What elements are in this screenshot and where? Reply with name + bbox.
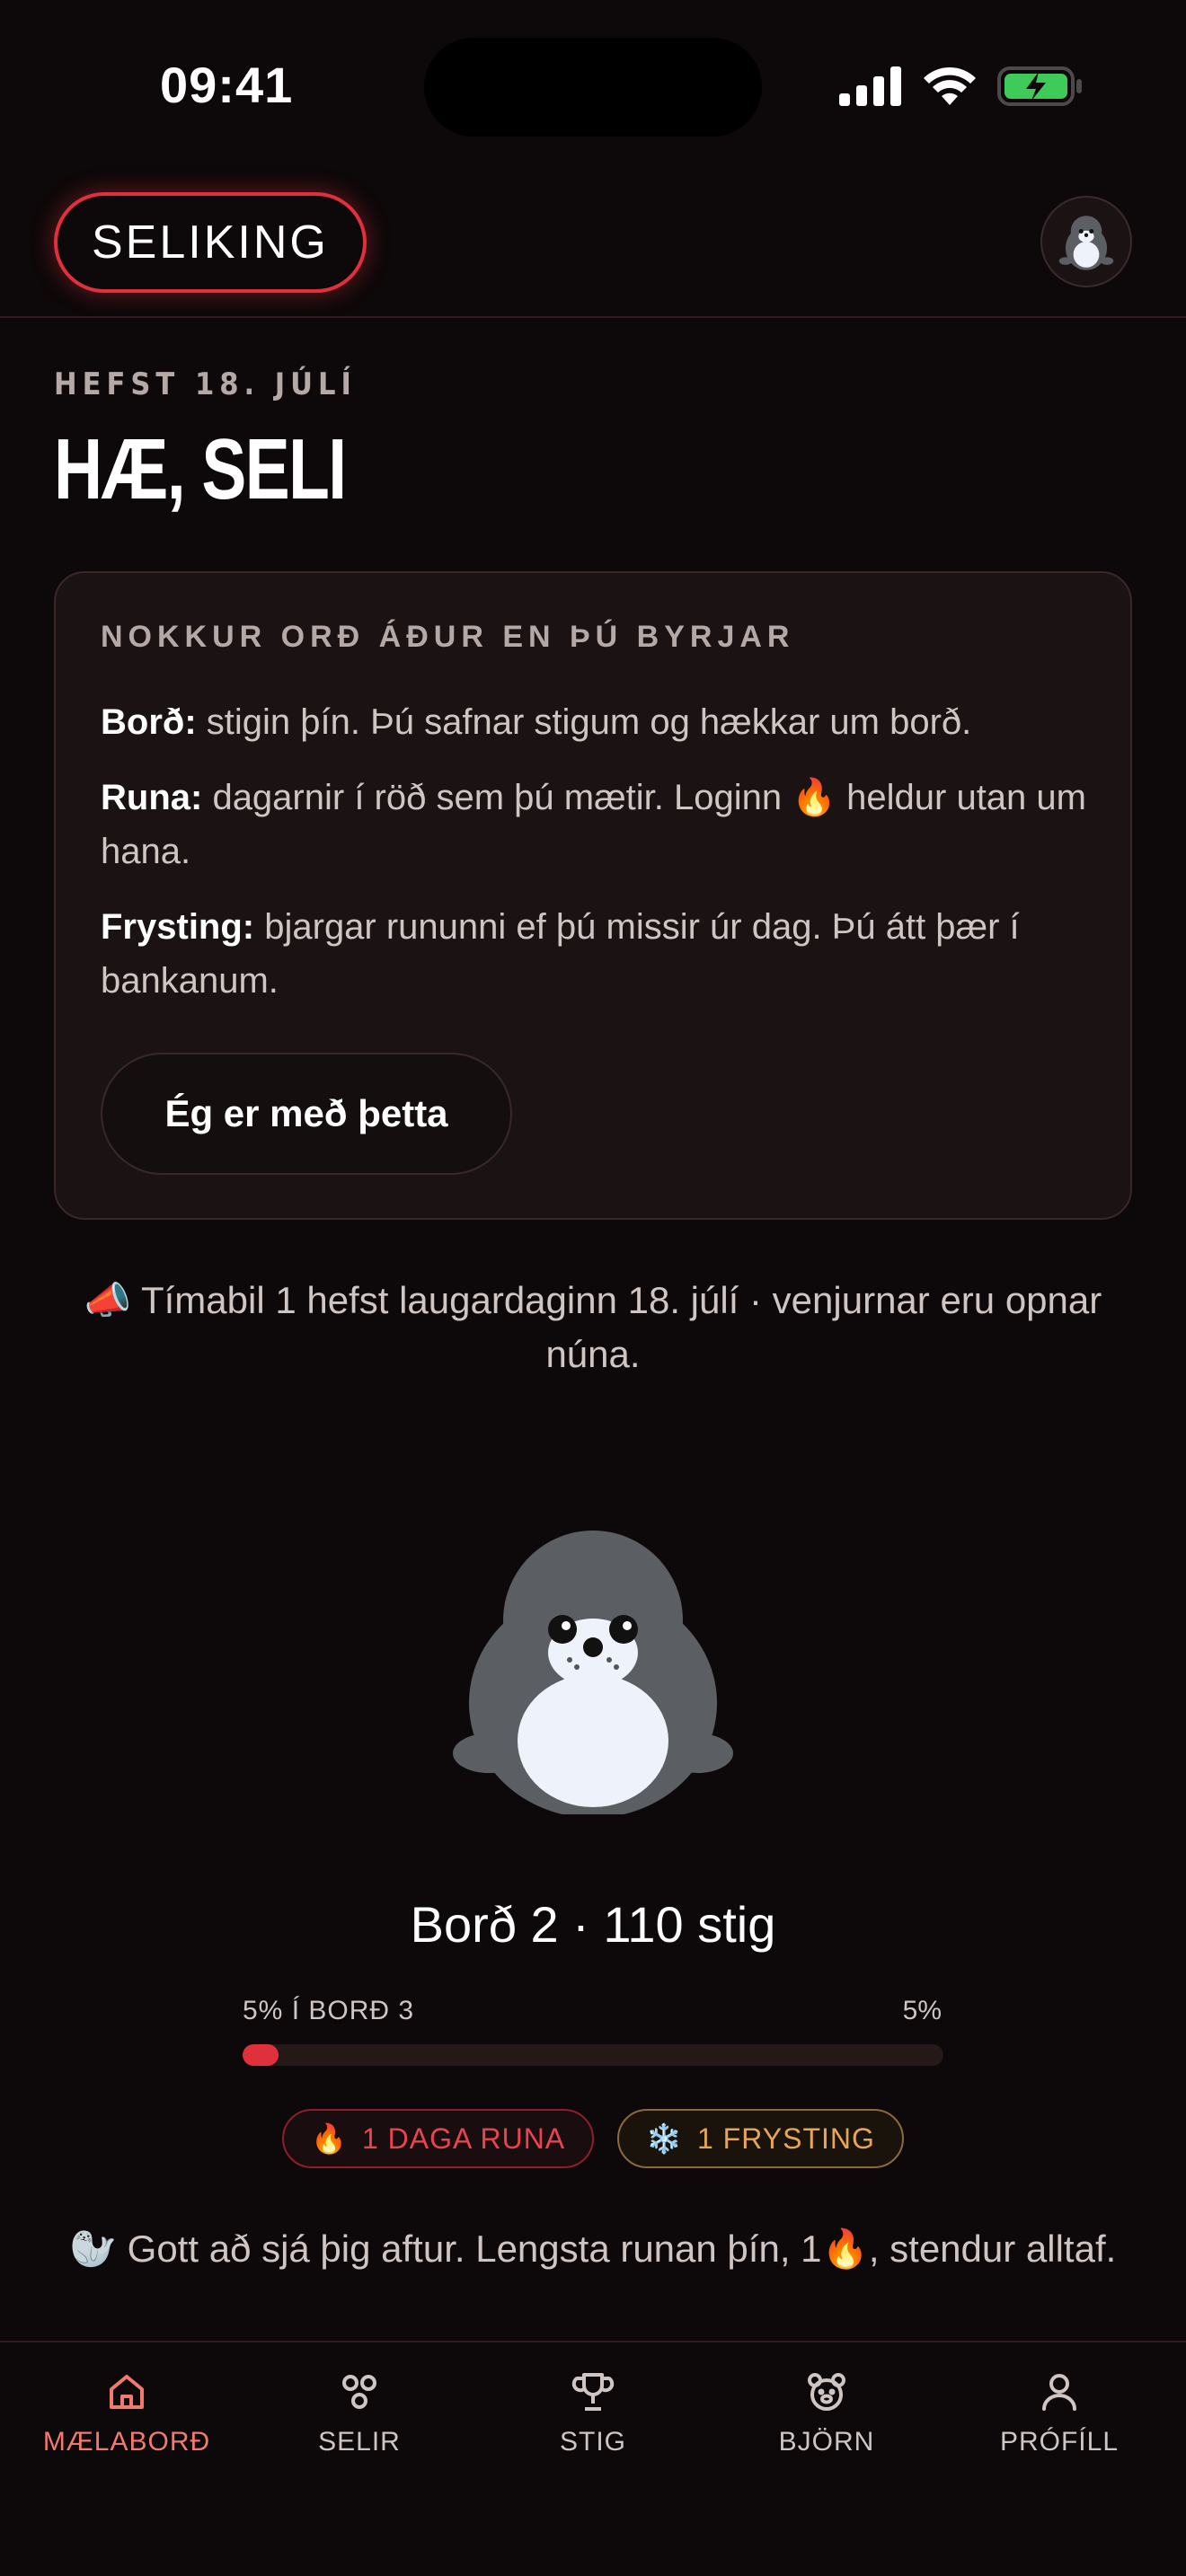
progress-percent: 5% (902, 1996, 942, 2025)
wifi-icon (924, 66, 976, 105)
welcome-message: 🦭 Gott að sjá þig aftur. Lengsta runan þ… (54, 2222, 1132, 2276)
freeze-badge[interactable]: ❄️ 1 FRYSTING (617, 2109, 904, 2168)
nav-item-bear[interactable]: BJÖRN (710, 2369, 943, 2486)
app-header: SELIKING (0, 171, 1186, 318)
nav-label: MÆLABORÐ (42, 2427, 211, 2457)
intro-item-term: Borð: (101, 702, 197, 742)
intro-card: NOKKUR ORÐ ÁÐUR EN ÞÚ BYRJAR Borð: stigi… (54, 571, 1132, 1220)
welcome-text: Gott að sjá þig aftur. Lengsta runan þín… (116, 2228, 822, 2270)
start-date-eyebrow: HEFST 18. JÚLÍ (54, 366, 357, 402)
intro-item-term: Frysting: (101, 907, 255, 947)
seals-icon (342, 2375, 376, 2409)
nav-label: BJÖRN (778, 2427, 875, 2457)
intro-item-term: Runa: (101, 778, 203, 817)
cellular-signal-icon (839, 66, 901, 106)
avatar[interactable] (1040, 196, 1132, 287)
brand-logo[interactable]: SELIKING (54, 192, 367, 293)
seal-mascot (453, 1531, 733, 1814)
level-summary: Borð 2 · 110 stig (410, 1896, 776, 1953)
nav-label: SELIR (318, 2427, 401, 2457)
freeze-badge-label: 1 FRYSTING (696, 2122, 875, 2155)
nav-item-seals[interactable]: SELIR (243, 2369, 476, 2486)
dismiss-intro-button[interactable]: Ég er með þetta (101, 1053, 512, 1175)
dynamic-island (424, 38, 762, 137)
intro-item-freeze: Frysting: bjargar rununni ef þú missir ú… (101, 900, 1089, 1008)
progress-label: 5% Í BORÐ 3 (243, 1996, 415, 2025)
streak-badge-label: 1 DAGA RUNA (361, 2122, 566, 2155)
flame-icon: 🔥 (792, 778, 837, 817)
megaphone-icon: 📣 (84, 1279, 132, 1321)
snowflake-icon: ❄️ (646, 2122, 683, 2155)
page-title: HÆ, SELI (54, 421, 347, 517)
intro-item-streak: Runa: dagarnir í röð sem þú mætir. Login… (101, 771, 1089, 878)
intro-item-text: stigin þín. Þú safnar stigum og hækkar u… (196, 702, 972, 742)
nav-item-dashboard[interactable]: MÆLABORÐ (10, 2369, 243, 2486)
status-icons (839, 63, 1084, 110)
streak-badge[interactable]: 🔥 1 DAGA RUNA (282, 2109, 595, 2168)
welcome-text: , stendur alltaf. (868, 2228, 1117, 2270)
intro-item-text: dagarnir í röð sem þú mætir. Loginn (202, 778, 792, 817)
status-time: 09:41 (160, 57, 294, 113)
status-bar: 09:41 (0, 0, 1186, 171)
trophy-icon (571, 2373, 615, 2411)
nav-label: STIG (559, 2427, 626, 2457)
level-progress-fill (243, 2044, 279, 2066)
nav-item-points[interactable]: STIG (476, 2369, 710, 2486)
intro-card-eyebrow: NOKKUR ORÐ ÁÐUR EN ÞÚ BYRJAR (101, 620, 795, 654)
flame-icon: 🔥 (821, 2228, 869, 2270)
profile-icon (1042, 2374, 1076, 2411)
nav-label: PRÓFÍLL (999, 2427, 1120, 2457)
home-icon (110, 2375, 144, 2409)
seal-icon: 🦭 (69, 2228, 117, 2270)
stats-badges: 🔥 1 DAGA RUNA ❄️ 1 FRYSTING (0, 2109, 1186, 2168)
intro-item-level: Borð: stigin þín. Þú safnar stigum og hæ… (101, 695, 1089, 749)
bottom-nav: MÆLABORÐ SELIR STIG BJÖRN PRÓFÍLL (0, 2341, 1186, 2576)
battery-charging-icon (997, 66, 1082, 106)
nav-item-profile[interactable]: PRÓFÍLL (943, 2369, 1176, 2486)
flame-icon: 🔥 (311, 2122, 348, 2155)
announcement-text: Tímabil 1 hefst laugardaginn 18. júlí · … (131, 1279, 1102, 1375)
level-progress-bar (243, 2044, 943, 2066)
seal-avatar-icon (1058, 216, 1114, 270)
season-announcement: 📣 Tímabil 1 hefst laugardaginn 18. júlí … (54, 1274, 1132, 1381)
bear-icon (808, 2373, 845, 2411)
